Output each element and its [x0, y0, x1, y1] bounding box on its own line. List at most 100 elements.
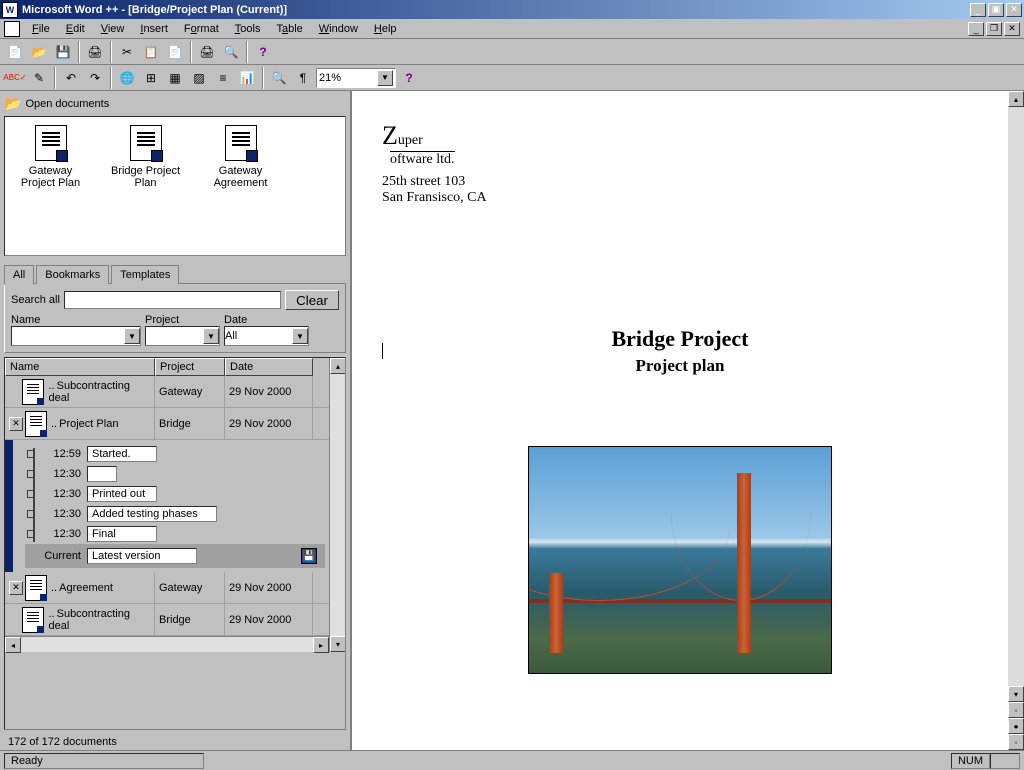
- zoom-button[interactable]: 🔍: [268, 67, 290, 89]
- chevron-down-icon[interactable]: ▼: [124, 328, 140, 344]
- vertical-scrollbar[interactable]: ▴ ▾: [329, 358, 345, 652]
- new-button[interactable]: 📄: [4, 41, 26, 63]
- timeline-item[interactable]: 12:30Printed out: [25, 484, 325, 504]
- standard-toolbar: 📄 📂 💾 🖨 ✂ 📋 📄 🖨 🔍 ?: [0, 39, 1024, 65]
- date-filter-combo[interactable]: All▼: [224, 326, 309, 346]
- document-icon: [225, 125, 257, 161]
- menu-table[interactable]: Table: [268, 21, 310, 37]
- close-icon[interactable]: ✕: [9, 581, 23, 595]
- name-filter-combo[interactable]: ▼: [11, 326, 141, 346]
- chevron-down-icon[interactable]: ▼: [203, 328, 219, 344]
- scroll-up-button[interactable]: ▴: [1008, 91, 1024, 107]
- print-button[interactable]: 🖨: [84, 41, 106, 63]
- row-project: Bridge: [155, 408, 225, 439]
- text-cursor: [382, 343, 383, 359]
- scroll-down-button[interactable]: ▾: [330, 636, 346, 652]
- child-minimize-button[interactable]: _: [968, 22, 984, 36]
- status-ready: Ready: [4, 753, 204, 769]
- drawing-button[interactable]: ▨: [188, 67, 210, 89]
- open-doc-item[interactable]: Bridge Project Plan: [108, 125, 183, 247]
- scroll-down-button[interactable]: ▾: [1008, 686, 1024, 702]
- highlight-button[interactable]: ✎: [28, 67, 50, 89]
- col-header-project[interactable]: Project: [155, 358, 225, 376]
- timeline-item[interactable]: 12:30Final: [25, 524, 325, 544]
- chevron-down-icon[interactable]: ▼: [292, 328, 308, 344]
- cut-button[interactable]: ✂: [116, 41, 138, 63]
- columns-button[interactable]: ▦: [164, 67, 186, 89]
- menu-bar: File Edit View Insert Format Tools Table…: [0, 19, 1024, 39]
- table-button[interactable]: ⊞: [140, 67, 162, 89]
- menu-format[interactable]: Format: [176, 21, 227, 37]
- bridge-image: [528, 446, 832, 674]
- show-marks-button[interactable]: ¶: [292, 67, 314, 89]
- timeline-item[interactable]: 12:59Started.: [25, 444, 325, 464]
- browse-object-button[interactable]: ●: [1008, 718, 1024, 734]
- save-icon[interactable]: 💾: [301, 548, 317, 564]
- timeline-item[interactable]: 12:30Added testing phases: [25, 504, 325, 524]
- row-date: 29 Nov 2000: [225, 604, 313, 635]
- row-project: Gateway: [155, 376, 225, 407]
- menu-help[interactable]: Help: [366, 21, 405, 37]
- child-close-button[interactable]: ✕: [1004, 22, 1020, 36]
- minimize-button[interactable]: _: [970, 3, 986, 17]
- document-page[interactable]: Zuper oftware ltd. 25th street 103 San F…: [352, 91, 1008, 750]
- paste-button[interactable]: 📄: [164, 41, 186, 63]
- open-doc-item[interactable]: Gateway Agreement: [203, 125, 278, 247]
- list-row[interactable]: Subcontracting deal Gateway 29 Nov 2000: [5, 376, 329, 408]
- timeline-item[interactable]: 12:30: [25, 464, 325, 484]
- menu-edit[interactable]: Edit: [58, 21, 93, 37]
- timeline-current[interactable]: Current Latest version 💾: [25, 544, 325, 568]
- preview-button[interactable]: 🔍: [220, 41, 242, 63]
- row-name: Project Plan: [51, 418, 118, 430]
- list-row[interactable]: ✕ Agreement Gateway 29 Nov 2000: [5, 572, 329, 604]
- save-button[interactable]: 💾: [52, 41, 74, 63]
- copy-button[interactable]: 📋: [140, 41, 162, 63]
- menu-window[interactable]: Window: [311, 21, 366, 37]
- clear-button[interactable]: Clear: [285, 290, 339, 310]
- spellcheck-button[interactable]: ABC✓: [4, 67, 26, 89]
- tab-all[interactable]: All: [4, 265, 34, 285]
- document-title: Bridge Project: [382, 326, 978, 352]
- document-icon: [25, 411, 47, 437]
- col-header-date[interactable]: Date: [225, 358, 313, 376]
- tab-templates[interactable]: Templates: [111, 265, 179, 284]
- list-row[interactable]: ✕ Project Plan Bridge 29 Nov 2000: [5, 408, 329, 440]
- chart-button[interactable]: 📊: [236, 67, 258, 89]
- col-header-name[interactable]: Name: [5, 358, 155, 376]
- project-filter-combo[interactable]: ▼: [145, 326, 220, 346]
- open-doc-item[interactable]: Gateway Project Plan: [13, 125, 88, 247]
- tab-bookmarks[interactable]: Bookmarks: [36, 265, 109, 284]
- zoom-combo[interactable]: 21% ▼: [316, 68, 396, 88]
- horizontal-scrollbar[interactable]: ◂ ▸: [5, 636, 329, 652]
- menu-tools[interactable]: Tools: [227, 21, 269, 37]
- folder-icon: 📂: [4, 95, 21, 112]
- prev-page-button[interactable]: ◦: [1008, 702, 1024, 718]
- close-icon[interactable]: ✕: [9, 417, 23, 431]
- scroll-left-button[interactable]: ◂: [5, 637, 21, 653]
- list-row[interactable]: Subcontracting deal Bridge 29 Nov 2000: [5, 604, 329, 636]
- open-documents-area: Gateway Project Plan Bridge Project Plan…: [4, 116, 346, 256]
- undo-button[interactable]: ↶: [60, 67, 82, 89]
- list-button[interactable]: ≡: [212, 67, 234, 89]
- company-address-1: 25th street 103: [382, 174, 978, 190]
- web-button[interactable]: 🌐: [116, 67, 138, 89]
- print-button-2[interactable]: 🖨: [196, 41, 218, 63]
- child-restore-button[interactable]: ❐: [986, 22, 1002, 36]
- search-input[interactable]: [64, 291, 281, 309]
- redo-button[interactable]: ↷: [84, 67, 106, 89]
- scroll-up-button[interactable]: ▴: [330, 358, 346, 374]
- help-button[interactable]: ?: [252, 41, 274, 63]
- close-button[interactable]: ✕: [1006, 3, 1022, 17]
- scroll-right-button[interactable]: ▸: [313, 637, 329, 653]
- open-button[interactable]: 📂: [28, 41, 50, 63]
- menu-file[interactable]: File: [24, 21, 58, 37]
- document-vertical-scrollbar[interactable]: ▴ ▾ ◦ ● ◦: [1008, 91, 1024, 750]
- menu-view[interactable]: View: [93, 21, 133, 37]
- menu-insert[interactable]: Insert: [132, 21, 176, 37]
- next-page-button[interactable]: ◦: [1008, 734, 1024, 750]
- list-status: 172 of 172 documents: [0, 734, 350, 750]
- chevron-down-icon[interactable]: ▼: [377, 70, 393, 86]
- sidebar-tabs: All Bookmarks Templates: [0, 264, 350, 283]
- maximize-button[interactable]: ▣: [988, 3, 1004, 17]
- help-context-button[interactable]: ?: [398, 67, 420, 89]
